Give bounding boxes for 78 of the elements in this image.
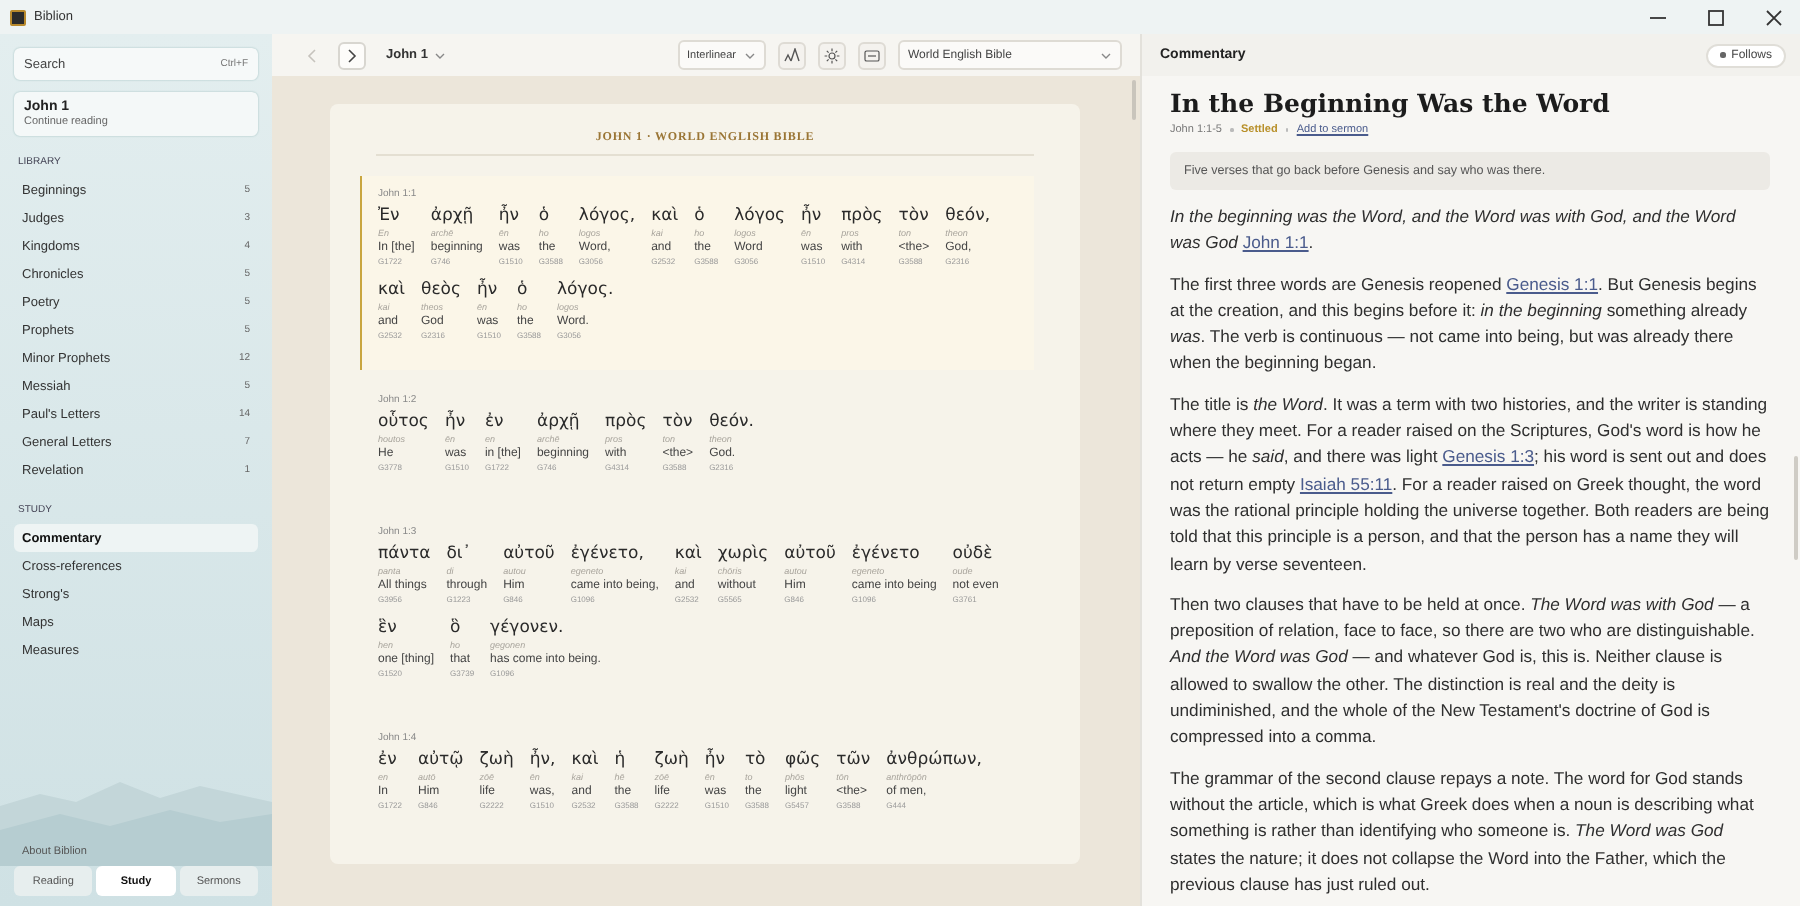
paragraph: The title is the Word. It was a term with two histories, and the writer is standing where they meet. For a reader raised on the Scriptures, God's word is how he acts — he said, and there was light Genesis 1:3; his word is sent out and does not return empty Isaiah 55:11. For a reader raised on Greek thought, the word was the rational principle holding the universe together. Both readers are being told that this principle is a person, and that the person has a name they will learn by verse seventeen. xyxy=(1170,391,1770,578)
font-size-icon xyxy=(784,48,800,62)
paragraph: Then two clauses that have to be held at once. The Word was with God — a preposition of relation, face to face, so there are two who are distinguishable. And the Word was God — and whatever God is, this is. Neither clause is allowed to swallow the other. The distinction is real and the deity is undiminished, and the whole of the New Testament's doctrine of God is compressed into a comma. xyxy=(1170,591,1757,751)
greek-word[interactable]: τῶν xyxy=(836,750,871,772)
paragraph: The grammar of the second clause repays a note. The word for God stands without the article, which is what Greek does when a noun is describing what something is rather than identifying who someone is. The Word was God states the nature; it does not collapse the Word into the Father, which the previous clause has just ruled out. xyxy=(1170,765,1756,898)
greek-word[interactable]: ἦν xyxy=(801,206,826,228)
greek-word[interactable]: χωρὶς xyxy=(717,544,769,566)
greek-word[interactable]: θεὸς xyxy=(421,280,461,302)
greek-word[interactable]: ἐν xyxy=(378,750,403,772)
chevron-left-icon xyxy=(306,47,318,63)
greek-word[interactable]: γέγονεν. xyxy=(490,618,601,640)
greek-word[interactable]: ἦν xyxy=(476,280,501,302)
greek-word[interactable]: ζωὴ xyxy=(479,750,514,772)
paragraph: In the beginning was the Word, and the Word was with God, and the Word was God John 1:1. xyxy=(1170,204,1738,257)
article-title: In the Beginning Was the Word xyxy=(1170,88,1612,118)
greek-word[interactable]: λόγος xyxy=(734,206,786,228)
paragraph: The first three words are Genesis reopened Genesis 1:1. But Genesis begins at the creation, and this begins before it: in the beginning something already was. The verb is continuous — not came into being, but was already there when the beginning began. xyxy=(1170,271,1759,377)
scrollbar-thumb[interactable] xyxy=(1132,80,1136,120)
panel-button[interactable] xyxy=(858,41,886,69)
verse-link[interactable]: Isaiah 55:11 xyxy=(1299,473,1393,494)
greek-word[interactable]: ὁ xyxy=(694,206,719,228)
greek-word[interactable]: λόγος, xyxy=(578,206,636,228)
close-icon[interactable] xyxy=(1764,7,1784,27)
font-size-button[interactable] xyxy=(778,41,806,69)
chevron-right-icon xyxy=(346,47,358,63)
greek-word[interactable]: ἦν, xyxy=(529,750,556,772)
greek-word[interactable]: ζωὴ xyxy=(654,750,689,772)
greek-word[interactable]: πάντα xyxy=(378,544,431,566)
caret-icon xyxy=(744,51,756,59)
maximize-icon[interactable] xyxy=(1706,7,1726,27)
greek-word[interactable]: πρὸς xyxy=(841,206,883,228)
separator-dot xyxy=(1230,128,1233,132)
verse-link[interactable]: Genesis 1:3 xyxy=(1442,446,1535,467)
greek-word[interactable]: ὁ xyxy=(517,280,542,302)
greek-word[interactable]: ἦν xyxy=(498,206,523,228)
caret-icon xyxy=(433,51,446,59)
greek-word[interactable]: ἦν xyxy=(704,750,729,772)
greek-word[interactable]: ἐγένετο xyxy=(851,544,937,566)
greek-word[interactable]: οὗτος xyxy=(378,412,429,434)
book-icon xyxy=(10,9,26,25)
greek-word[interactable]: τὸν xyxy=(662,412,694,434)
greek-word[interactable]: τὸ xyxy=(744,750,769,772)
verse-link[interactable]: John 1:1 xyxy=(1242,232,1309,253)
greek-word[interactable]: καὶ xyxy=(378,280,405,302)
scrollbar-thumb[interactable] xyxy=(1794,456,1798,560)
brightness-button[interactable] xyxy=(818,41,846,69)
greek-word[interactable]: Ἐν xyxy=(378,206,415,228)
greek-word[interactable]: αὐτῷ xyxy=(418,750,464,772)
greek-word[interactable]: οὐδὲ xyxy=(952,544,999,566)
greek-word[interactable]: ἐν xyxy=(484,412,521,434)
dot-icon xyxy=(1720,52,1726,58)
greek-word[interactable]: ἀνθρώπων, xyxy=(886,750,982,772)
greek-word[interactable]: ἐγένετο, xyxy=(570,544,659,566)
greek-word[interactable]: ἀρχῇ xyxy=(536,412,589,434)
greek-word[interactable]: ὃ xyxy=(450,618,475,640)
greek-word[interactable]: αὐτοῦ xyxy=(503,544,555,566)
greek-word[interactable]: ἓν xyxy=(378,618,435,640)
greek-word[interactable]: δι᾽ xyxy=(446,544,488,566)
forward-button[interactable] xyxy=(338,41,366,69)
caret-icon xyxy=(1100,51,1112,59)
greek-word[interactable]: ἦν xyxy=(444,412,469,434)
greek-word[interactable]: καὶ xyxy=(674,544,702,566)
card-icon xyxy=(864,49,880,61)
greek-word[interactable]: λόγος. xyxy=(557,280,614,302)
greek-word[interactable]: ἀρχῇ xyxy=(430,206,483,228)
greek-word[interactable]: πρὸς xyxy=(605,412,647,434)
greek-word[interactable]: θεόν. xyxy=(709,412,755,434)
greek-word[interactable]: τὸν xyxy=(898,206,930,228)
verse-link[interactable]: Genesis 1:1 xyxy=(1506,273,1599,294)
verse-block[interactable] xyxy=(360,176,1034,370)
greek-word[interactable]: αὐτοῦ xyxy=(784,544,836,566)
greek-word[interactable]: ἡ xyxy=(614,750,639,772)
greek-word[interactable]: ὁ xyxy=(538,206,563,228)
greek-word[interactable]: καὶ xyxy=(571,750,599,772)
greek-word[interactable]: καὶ xyxy=(651,206,679,228)
greek-word[interactable]: φῶς xyxy=(784,750,821,772)
greek-word[interactable]: θεόν, xyxy=(945,206,991,228)
sun-icon xyxy=(824,47,840,63)
